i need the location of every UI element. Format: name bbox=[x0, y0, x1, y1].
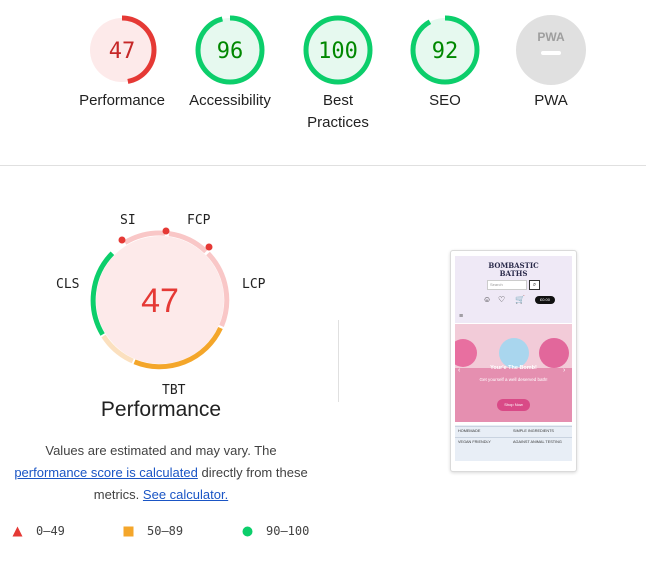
vertical-separator bbox=[338, 320, 339, 402]
triangle-icon bbox=[12, 526, 23, 536]
category-gauges: 47 Performance 96 Accessibility 100 Best… bbox=[0, 0, 646, 165]
gauge-best-practices-label: Best Practices bbox=[307, 92, 369, 131]
feature-3: AGAINST ANIMAL TESTING bbox=[513, 440, 562, 444]
gauge-pwa[interactable]: PWA PWA bbox=[496, 14, 606, 112]
features-rule-top bbox=[455, 426, 572, 427]
site-menu-icon: ≡ bbox=[455, 311, 572, 323]
site-search-icon: ⌕ bbox=[529, 280, 540, 290]
legend-average-range: 50–89 bbox=[147, 524, 184, 538]
feature-2: VEGAN FRIENDLY bbox=[458, 440, 491, 444]
site-cart-total: £0.00 bbox=[535, 296, 555, 304]
metric-label-lcp: LCP bbox=[242, 277, 266, 292]
gauge-accessibility-score: 96 bbox=[217, 39, 244, 64]
legend-pass-range: 90–100 bbox=[266, 524, 310, 538]
pwa-dash-icon bbox=[541, 51, 561, 55]
gauge-performance-score: 47 bbox=[109, 39, 136, 64]
cart-icon: 🛒 bbox=[515, 295, 525, 304]
feature-1: SIMPLE INGREDIENTS bbox=[513, 429, 554, 433]
gauge-seo-score: 92 bbox=[432, 39, 459, 64]
site-features: HOMEMADE SIMPLE INGREDIENTS VEGAN FRIEND… bbox=[455, 425, 572, 461]
gauge-performance-ring: 47 bbox=[87, 15, 157, 85]
bath-bomb-pink-right bbox=[539, 338, 569, 368]
gauge-best-practices-score: 100 bbox=[318, 39, 358, 64]
final-screenshot-thumbnail[interactable]: BOMBASTIC BATHS Search ⌕ ☺ ♡ 🛒 £0.00 ≡ ‹… bbox=[450, 250, 577, 472]
performance-gauge-large: 47 SI FCP LCP CLS TBT bbox=[40, 200, 290, 400]
performance-gauge-svg: 47 bbox=[90, 227, 230, 370]
feature-0: HOMEMADE bbox=[458, 429, 481, 433]
site-logo: BOMBASTIC BATHS bbox=[455, 262, 572, 278]
gauge-accessibility-label: Accessibility bbox=[189, 92, 271, 109]
metric-label-tbt: TBT bbox=[162, 383, 186, 398]
gauge-accessibility[interactable]: 96 Accessibility bbox=[175, 14, 285, 112]
site-search-input: Search bbox=[487, 280, 527, 290]
site-header: BOMBASTIC BATHS Search ⌕ ☺ ♡ 🛒 £0.00 bbox=[455, 256, 572, 311]
metric-label-cls: CLS bbox=[56, 277, 80, 292]
gauge-pwa-label: PWA bbox=[534, 92, 568, 109]
site-hero-banner: ‹ › Your'e The Bomb! Get yourself a well… bbox=[455, 324, 572, 422]
gauge-pwa-ring: PWA bbox=[516, 15, 586, 85]
gauge-seo-label: SEO bbox=[429, 92, 461, 109]
metric-label-fcp: FCP bbox=[187, 213, 211, 228]
features-rule-mid bbox=[455, 437, 572, 438]
score-calculated-link[interactable]: performance score is calculated bbox=[14, 465, 198, 480]
performance-title: Performance bbox=[100, 398, 222, 421]
square-icon bbox=[123, 526, 134, 536]
si-marker bbox=[118, 236, 126, 244]
legend-fail: 0–49 bbox=[12, 524, 65, 538]
smiley-icon: ☺ bbox=[483, 295, 492, 304]
gauge-seo-ring: 92 bbox=[410, 15, 480, 85]
score-legend: 0–49 50–89 90–100 bbox=[0, 524, 340, 544]
legend-fail-range: 0–49 bbox=[36, 524, 65, 538]
gauge-best-practices[interactable]: 100 Best Practices bbox=[283, 14, 393, 134]
gauge-best-practices-ring: 100 bbox=[303, 15, 373, 85]
heart-icon: ♡ bbox=[498, 295, 506, 304]
site-logo-line2: BATHS bbox=[499, 269, 528, 278]
hero-shop-now-button: Shop Now bbox=[497, 399, 530, 411]
circle-icon bbox=[242, 526, 253, 536]
section-divider bbox=[0, 165, 646, 166]
legend-pass: 90–100 bbox=[242, 524, 309, 538]
performance-gauge-score: 47 bbox=[141, 282, 179, 320]
performance-description: Values are estimated and may vary. The p… bbox=[8, 440, 314, 506]
bath-bomb-blue bbox=[499, 338, 529, 368]
lcp-marker bbox=[205, 243, 213, 251]
metric-label-si: SI bbox=[120, 213, 136, 228]
gauge-performance[interactable]: 47 Performance bbox=[67, 14, 177, 112]
pwa-badge-text: PWA bbox=[537, 30, 565, 44]
gauge-seo[interactable]: 92 SEO bbox=[390, 14, 500, 112]
see-calculator-link[interactable]: See calculator. bbox=[143, 487, 228, 502]
description-text-pre: Values are estimated and may vary. The bbox=[45, 443, 277, 458]
hero-subtitle: Get yourself a well deserved bath! bbox=[479, 377, 548, 382]
gauge-performance-label: Performance bbox=[79, 92, 165, 109]
legend-average: 50–89 bbox=[123, 524, 183, 538]
gauge-accessibility-ring: 96 bbox=[195, 15, 265, 85]
hero-title: Your'e The Bomb! bbox=[490, 365, 537, 371]
fcp-marker bbox=[162, 227, 170, 235]
